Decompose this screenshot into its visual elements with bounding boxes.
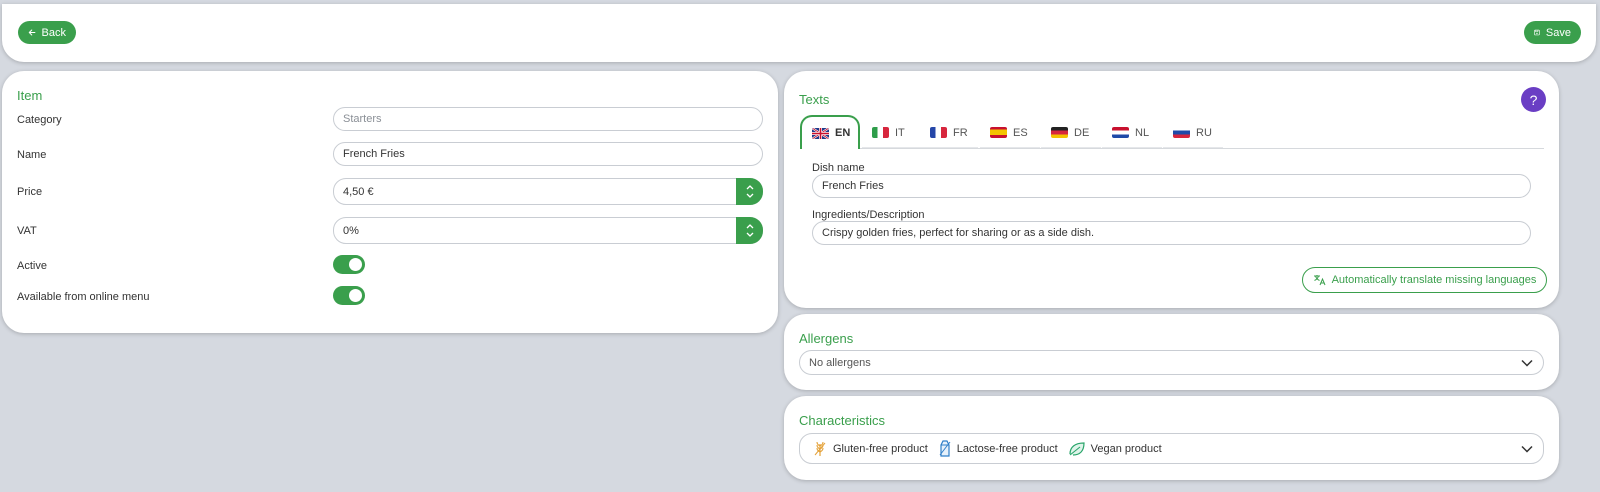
chevron-down-icon[interactable] — [1521, 359, 1533, 366]
save-label: Save — [1545, 26, 1571, 39]
chevron-down-icon[interactable] — [746, 232, 754, 237]
translate-icon — [1313, 275, 1326, 286]
dish-name-label: Dish name — [812, 162, 865, 174]
chevron-down-icon[interactable] — [746, 193, 754, 198]
characteristic-chip: Gluten-free product — [812, 440, 928, 457]
characteristic-chip: Vegan product — [1068, 441, 1162, 457]
description-input[interactable]: Crispy golden fries, perfect for sharing… — [812, 221, 1531, 245]
item-card: Item Category Starters Name French Fries… — [2, 71, 778, 333]
allergens-card: Allergens No allergens — [784, 314, 1559, 390]
tab-nl[interactable]: NL — [1102, 118, 1162, 148]
vat-label: VAT — [17, 225, 37, 237]
auto-translate-button[interactable]: Automatically translate missing language… — [1302, 267, 1547, 293]
germany-flag-icon — [1051, 127, 1068, 138]
active-toggle[interactable] — [333, 255, 365, 274]
spain-flag-icon — [990, 127, 1007, 138]
help-icon: ? — [1529, 91, 1538, 108]
milk-carton-icon — [939, 440, 951, 457]
tab-nl-label: NL — [1135, 126, 1150, 139]
characteristic-label: Lactose-free product — [956, 442, 1058, 455]
russia-flag-icon — [1173, 127, 1190, 138]
chevron-up-icon[interactable] — [746, 185, 754, 190]
vat-input[interactable]: 0% — [333, 217, 763, 244]
allergens-select[interactable]: No allergens — [799, 350, 1544, 375]
tab-it-label: IT — [895, 126, 905, 139]
language-tabs: EN IT FR ES DE NL RU — [800, 115, 1544, 149]
tab-de-label: DE — [1074, 126, 1090, 139]
characteristic-label: Vegan product — [1090, 442, 1162, 455]
tab-ru[interactable]: RU — [1163, 118, 1223, 148]
tab-it[interactable]: IT — [862, 118, 920, 148]
description-label: Ingredients/Description — [812, 209, 925, 221]
active-label: Active — [17, 260, 47, 272]
italy-flag-icon — [872, 127, 889, 138]
tab-es[interactable]: ES — [980, 118, 1040, 148]
tab-fr-label: FR — [953, 126, 968, 139]
help-button[interactable]: ? — [1521, 87, 1546, 112]
price-input[interactable]: 4,50 € — [333, 178, 763, 205]
name-label: Name — [17, 149, 47, 161]
vat-value: 0% — [343, 224, 359, 237]
allergens-value: No allergens — [809, 356, 871, 369]
dish-name-input[interactable]: French Fries — [812, 174, 1531, 198]
chevron-down-icon[interactable] — [1521, 445, 1533, 452]
online-label: Available from online menu — [17, 291, 150, 303]
chevron-up-icon[interactable] — [746, 224, 754, 229]
wheat-icon — [814, 441, 826, 456]
name-input[interactable]: French Fries — [333, 142, 763, 166]
name-value: French Fries — [343, 148, 405, 160]
characteristics-select[interactable]: Gluten-free product Lactose-free product… — [799, 433, 1544, 464]
tab-fr[interactable]: FR — [920, 118, 978, 148]
back-button[interactable]: Back — [18, 21, 76, 44]
price-label: Price — [17, 186, 43, 198]
price-stepper[interactable] — [736, 178, 763, 205]
arrow-left-icon — [28, 29, 36, 36]
top-bar: Back Save — [2, 4, 1596, 62]
online-toggle[interactable] — [333, 286, 365, 305]
texts-title: Texts — [799, 92, 830, 107]
allergens-title: Allergens — [799, 331, 854, 346]
auto-translate-label: Automatically translate missing language… — [1331, 274, 1537, 286]
france-flag-icon — [930, 127, 947, 138]
tab-es-label: ES — [1013, 126, 1028, 139]
netherlands-flag-icon — [1112, 127, 1129, 138]
dish-name-value: French Fries — [822, 180, 884, 192]
tab-de[interactable]: DE — [1041, 118, 1101, 148]
category-placeholder: Starters — [343, 113, 382, 125]
characteristic-label: Gluten-free product — [833, 442, 928, 455]
uk-flag-icon — [812, 127, 829, 139]
leaf-icon — [1069, 441, 1085, 456]
floppy-disk-icon — [1534, 29, 1540, 36]
save-button[interactable]: Save — [1524, 21, 1581, 44]
back-label: Back — [41, 26, 66, 39]
category-label: Category — [17, 114, 62, 126]
item-title: Item — [17, 88, 43, 103]
vat-stepper[interactable] — [736, 217, 763, 244]
characteristic-chip: Lactose-free product — [938, 440, 1058, 457]
tab-en[interactable]: EN — [800, 115, 860, 149]
category-input[interactable]: Starters — [333, 107, 763, 131]
characteristics-card: Characteristics Gluten-free product Lact… — [784, 396, 1559, 480]
tab-en-label: EN — [835, 127, 851, 139]
texts-card: Texts ? EN IT FR ES DE NL RU Dish name F… — [784, 71, 1559, 308]
price-value: 4,50 € — [343, 185, 374, 198]
characteristics-title: Characteristics — [799, 413, 885, 428]
description-value: Crispy golden fries, perfect for sharing… — [822, 227, 1095, 239]
tab-ru-label: RU — [1196, 126, 1212, 139]
